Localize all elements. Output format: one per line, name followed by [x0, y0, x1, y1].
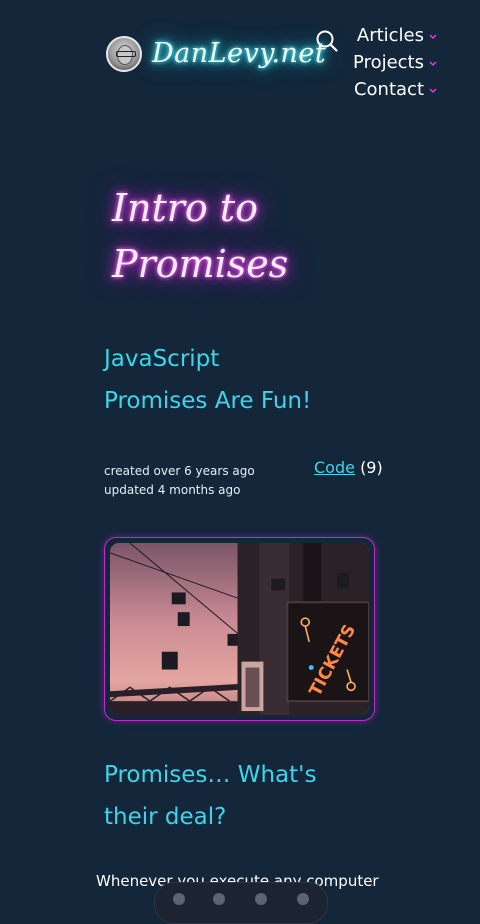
chevron-down-icon — [429, 34, 437, 40]
subtitle-line: JavaScript — [104, 346, 220, 372]
floating-toolbar[interactable] — [154, 882, 328, 924]
article-meta: created over 6 years ago updated 4 month… — [104, 462, 255, 500]
code-link[interactable]: Code — [314, 458, 355, 477]
hero-image-frame: TICKETS — [104, 537, 375, 721]
avatar-glasses — [116, 51, 136, 57]
toolbar-button-icon[interactable] — [297, 893, 309, 905]
subtitle-line: Promises Are Fun! — [104, 388, 312, 414]
nav-item-label: Projects — [353, 52, 424, 73]
nav-item-label: Contact — [353, 79, 424, 100]
updated-date: updated 4 months ago — [104, 483, 241, 497]
code-count: (9) — [360, 458, 383, 477]
nav-item-articles[interactable]: Articles — [353, 22, 438, 49]
code-link-group: Code (9) — [314, 458, 383, 477]
section-heading-line: Promises… What's — [104, 762, 317, 788]
main-nav: Articles Projects Contact — [353, 22, 438, 103]
search-icon[interactable] — [316, 30, 338, 52]
section-heading: Promises… What's their deal? — [104, 754, 344, 838]
avatar[interactable] — [106, 36, 142, 72]
nav-item-projects[interactable]: Projects — [353, 49, 438, 76]
nav-item-contact[interactable]: Contact — [353, 76, 438, 103]
article-subtitle: JavaScript Promises Are Fun! — [104, 338, 344, 422]
toolbar-button-icon[interactable] — [255, 893, 267, 905]
toolbar-button-icon[interactable] — [173, 893, 185, 905]
section-heading-line: their deal? — [104, 804, 227, 830]
nav-item-label: Articles — [356, 25, 424, 46]
toolbar-button-icon[interactable] — [213, 893, 225, 905]
chevron-down-icon — [429, 61, 437, 67]
page-title-line: Promises — [112, 242, 289, 286]
site-title[interactable]: DanLevy.net — [152, 38, 326, 69]
page-title-line: Intro to — [112, 186, 259, 230]
chevron-down-icon — [429, 88, 437, 94]
page-title: Intro to Promises — [112, 180, 332, 292]
created-date: created over 6 years ago — [104, 464, 255, 478]
hero-image: TICKETS — [110, 543, 369, 715]
